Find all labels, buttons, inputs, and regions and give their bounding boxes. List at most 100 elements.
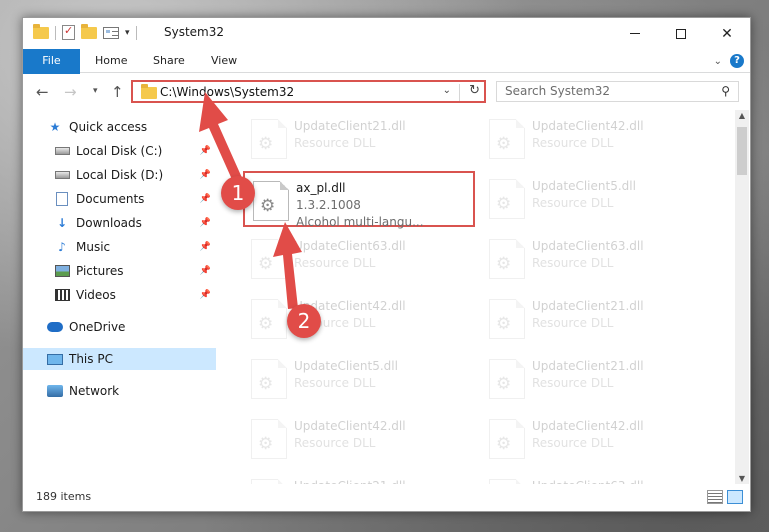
address-field[interactable]: C:\Windows\System32 ⌄ (135, 84, 460, 101)
sidebar-item-onedrive[interactable]: OneDrive (23, 316, 216, 338)
close-button[interactable]: ✕ (704, 18, 750, 49)
file-item[interactable]: ⚙ UpdateClient21.dll Resource DLL (243, 111, 475, 167)
file-item[interactable]: ⚙ UpdateClient42.dll Resource DLL (481, 411, 713, 467)
properties-icon[interactable] (62, 24, 75, 40)
pin-icon[interactable]: 📌 (200, 290, 211, 300)
title-bar: ▾ System32 ✕ (23, 18, 750, 49)
sidebar-item-quick-access[interactable]: ★ Quick access (23, 116, 216, 138)
file-name: UpdateClient5.dll (294, 359, 398, 373)
sidebar-item-music[interactable]: ♪ Music 📌 (23, 236, 216, 258)
address-history-chevron-icon[interactable]: ⌄ (443, 85, 451, 96)
file-type: Resource DLL (294, 436, 376, 450)
forward-arrow-icon[interactable]: → (64, 83, 77, 101)
gear-icon: ⚙ (496, 254, 512, 274)
pin-icon[interactable]: 📌 (200, 242, 211, 252)
close-icon: ✕ (721, 25, 733, 42)
file-name: UpdateClient42.dll (532, 419, 644, 433)
file-name: ax_pl.dll (296, 181, 346, 195)
file-name: UpdateClient63.dll (294, 239, 406, 253)
dll-file-icon: ⚙ (251, 239, 287, 279)
network-icon (47, 385, 63, 397)
gear-icon: ⚙ (496, 194, 512, 214)
dll-file-icon: ⚙ (251, 359, 287, 399)
details-view-icon[interactable] (707, 490, 723, 504)
file-item[interactable]: ⚙ UpdateClient21.dll Resource DLL (481, 351, 713, 407)
file-item[interactable]: ⚙ UpdateClient42.dll Resource DLL (243, 291, 475, 347)
item-count: 189 items (36, 490, 92, 503)
file-type: Resource DLL (532, 436, 614, 450)
gear-icon: ⚙ (258, 134, 274, 154)
pin-icon[interactable]: 📌 (200, 218, 211, 228)
expand-ribbon-chevron-icon[interactable]: ⌄ (714, 56, 722, 67)
star-icon: ★ (49, 120, 61, 134)
file-name: UpdateClient63.dll (532, 239, 644, 253)
search-input[interactable]: Search System32 ⚲ (496, 81, 739, 102)
sidebar-item-local-disk-c[interactable]: Local Disk (C:) 📌 (23, 140, 216, 162)
quick-access-toolbar: ▾ (33, 23, 137, 40)
sidebar-item-label: Local Disk (D:) (76, 168, 164, 182)
file-item[interactable]: ⚙ UpdateClient21.dll Resource DLL (481, 291, 713, 347)
dll-file-icon: ⚙ (251, 419, 287, 459)
tab-home[interactable]: Home (95, 49, 127, 73)
scroll-up-icon[interactable]: ▲ (735, 111, 749, 120)
tab-share[interactable]: Share (153, 49, 185, 73)
sidebar-item-label: Quick access (69, 120, 148, 134)
pin-icon[interactable]: 📌 (200, 194, 211, 204)
tab-view[interactable]: View (211, 49, 237, 73)
file-item[interactable]: ⚙ UpdateClient63.dll Resource DLL (243, 231, 475, 287)
file-item[interactable]: ⚙ UpdateClient42.dll Resource DLL (481, 111, 713, 167)
address-bar[interactable]: C:\Windows\System32 ⌄ ↻ (131, 80, 486, 103)
minimize-button[interactable] (612, 18, 658, 49)
sidebar-item-label: Local Disk (C:) (76, 144, 163, 158)
vertical-scrollbar[interactable]: ▲ ▼ (735, 110, 749, 484)
dll-file-icon: ⚙ (251, 299, 287, 339)
customize-toolbar-chevron-icon[interactable]: ▾ (125, 28, 130, 38)
file-type: Resource DLL (532, 376, 614, 390)
new-folder-icon[interactable] (81, 23, 97, 39)
view-icon[interactable] (103, 26, 119, 39)
pin-icon[interactable]: 📌 (200, 170, 211, 180)
file-type: Resource DLL (532, 256, 614, 270)
dll-file-icon: ⚙ (489, 239, 525, 279)
ribbon-tabs: File Home Share View ⌄ ? (23, 49, 750, 105)
cloud-icon (47, 322, 63, 332)
file-item[interactable]: ⚙ UpdateClient42.dll Resource DLL (243, 411, 475, 467)
pin-icon[interactable]: 📌 (200, 146, 211, 156)
gear-icon: ⚙ (258, 254, 274, 274)
file-version: 1.3.2.1008 (296, 198, 361, 212)
drive-icon (54, 171, 70, 179)
scroll-down-icon[interactable]: ▼ (735, 474, 749, 483)
refresh-icon[interactable]: ↻ (469, 83, 480, 98)
music-icon: ♪ (58, 240, 66, 254)
large-icons-view-icon[interactable] (727, 490, 743, 504)
file-item[interactable]: ⚙ UpdateClient5.dll Resource DLL (481, 171, 713, 227)
divider (135, 25, 137, 40)
sidebar-item-documents[interactable]: Documents 📌 (23, 188, 216, 210)
maximize-button[interactable] (658, 18, 704, 49)
file-item[interactable]: ⚙ UpdateClient63.dll Resource DLL (481, 231, 713, 287)
file-name: UpdateClient21.dll (532, 299, 644, 313)
sidebar-item-pictures[interactable]: Pictures 📌 (23, 260, 216, 282)
drive-icon-wrap (54, 144, 70, 158)
sidebar-item-videos[interactable]: Videos 📌 (23, 284, 216, 306)
recent-locations-chevron-icon[interactable]: ▾ (93, 86, 98, 96)
up-arrow-icon[interactable]: ↑ (111, 83, 124, 101)
help-icon[interactable]: ? (730, 54, 744, 68)
drive-icon (54, 147, 70, 155)
file-name: UpdateClient5.dll (532, 179, 636, 193)
file-type: Resource DLL (532, 196, 614, 210)
sidebar-item-network[interactable]: Network (23, 380, 216, 402)
file-item-highlighted[interactable]: ⚙ ax_pl.dll 1.3.2.1008 Alcohol multi-lan… (243, 171, 475, 229)
dll-file-icon: ⚙ (489, 419, 525, 459)
sidebar-item-this-pc[interactable]: This PC (23, 348, 216, 370)
sidebar-item-label: Downloads (76, 216, 142, 230)
search-icon[interactable]: ⚲ (721, 84, 730, 98)
file-item[interactable]: ⚙ UpdateClient5.dll Resource DLL (243, 351, 475, 407)
dll-file-icon: ⚙ (251, 119, 287, 159)
back-arrow-icon[interactable]: ← (36, 83, 49, 101)
pin-icon[interactable]: 📌 (200, 266, 211, 276)
sidebar-item-local-disk-d[interactable]: Local Disk (D:) 📌 (23, 164, 216, 186)
sidebar-item-downloads[interactable]: ↓ Downloads 📌 (23, 212, 216, 234)
gear-icon: ⚙ (496, 134, 512, 154)
scrollbar-thumb[interactable] (737, 127, 747, 175)
